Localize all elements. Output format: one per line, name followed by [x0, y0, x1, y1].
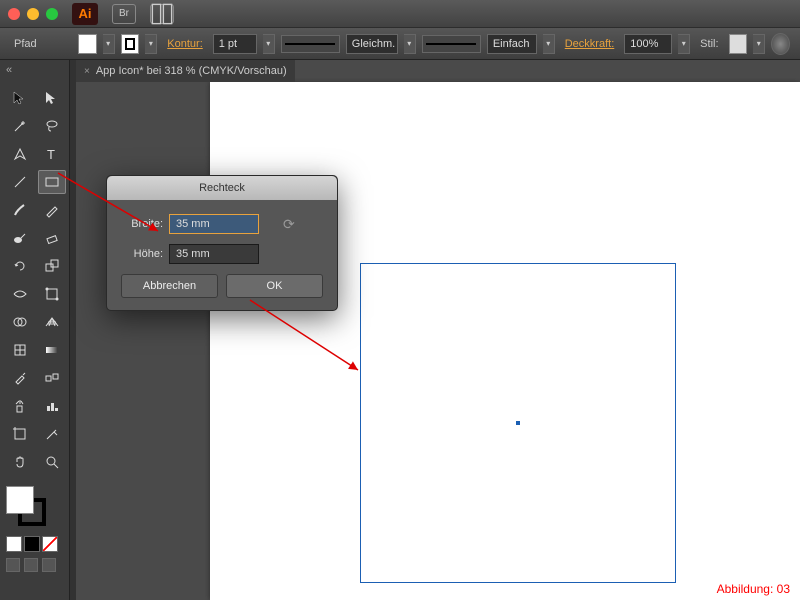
line-segment-tool[interactable] — [6, 170, 34, 194]
width-tool[interactable] — [6, 282, 34, 306]
width-input[interactable]: 35 mm — [169, 214, 259, 234]
width-label: Breite: — [121, 218, 163, 230]
zoom-window-button[interactable] — [46, 8, 58, 20]
tools-panel: « T — [0, 60, 70, 600]
mesh-tool[interactable] — [6, 338, 34, 362]
stroke-profile-dropdown[interactable]: ▾ — [543, 34, 555, 54]
artboard-tool[interactable] — [6, 422, 34, 446]
stroke-weight-dropdown[interactable]: ▾ — [263, 34, 275, 54]
draw-behind-icon[interactable] — [24, 558, 38, 572]
height-input[interactable]: 35 mm — [169, 244, 259, 264]
document-tab[interactable]: × App Icon* bei 318 % (CMYK/Vorschau) — [76, 60, 295, 82]
slice-tool[interactable] — [38, 422, 66, 446]
fill-swatch[interactable] — [78, 34, 97, 54]
style-dropdown[interactable]: ▾ — [753, 34, 765, 54]
close-tab-icon[interactable]: × — [84, 66, 90, 77]
rectangle-tool[interactable] — [38, 170, 66, 194]
drawn-rectangle[interactable] — [360, 263, 676, 583]
canvas-area — [76, 82, 800, 600]
lasso-tool[interactable] — [38, 114, 66, 138]
color-mode-row — [0, 536, 69, 552]
selection-tool[interactable] — [6, 86, 34, 110]
stroke-align-dropdown[interactable]: ▾ — [404, 34, 416, 54]
options-bar: Pfad ▾ ▾ Kontur: 1 pt ▾ Gleichm. ▾ Einfa… — [0, 28, 800, 60]
scale-tool[interactable] — [38, 254, 66, 278]
magic-wand-tool[interactable] — [6, 114, 34, 138]
height-label: Höhe: — [121, 248, 163, 260]
app-logo: Ai — [72, 3, 98, 25]
type-tool[interactable]: T — [38, 142, 66, 166]
bridge-icon[interactable]: Br — [112, 4, 136, 24]
stroke-profile-field[interactable]: Einfach — [487, 34, 537, 54]
minimize-window-button[interactable] — [27, 8, 39, 20]
stroke-dash-preview[interactable] — [281, 35, 340, 53]
paintbrush-tool[interactable] — [6, 198, 34, 222]
stroke-weight-label[interactable]: Kontur: — [163, 38, 206, 50]
fill-color-icon[interactable] — [6, 486, 34, 514]
document-setup-icon[interactable] — [771, 33, 790, 55]
close-window-button[interactable] — [8, 8, 20, 20]
opacity-dropdown[interactable]: ▾ — [678, 34, 690, 54]
screen-mode-row — [0, 552, 69, 578]
symbol-sprayer-tool[interactable] — [6, 394, 34, 418]
blob-brush-tool[interactable] — [6, 226, 34, 250]
gradient-tool[interactable] — [38, 338, 66, 362]
zoom-tool[interactable] — [38, 450, 66, 474]
window-controls — [8, 8, 58, 20]
draw-inside-icon[interactable] — [42, 558, 56, 572]
shape-builder-tool[interactable] — [6, 310, 34, 334]
selection-center-point-icon — [516, 421, 520, 425]
document-tab-label: App Icon* bei 318 % (CMYK/Vorschau) — [96, 65, 287, 77]
rectangle-dialog: Rechteck Breite: 35 mm ⟳ Höhe: 35 mm Abb… — [106, 175, 338, 311]
stroke-weight-field[interactable]: 1 pt — [213, 34, 257, 54]
constrain-proportions-icon[interactable]: ⟳ — [283, 216, 295, 233]
fill-swatch-dropdown[interactable]: ▾ — [103, 34, 115, 54]
selection-type-label: Pfad — [10, 38, 41, 50]
direct-selection-tool[interactable] — [38, 86, 66, 110]
draw-normal-icon[interactable] — [6, 558, 20, 572]
eyedropper-tool[interactable] — [6, 366, 34, 390]
color-mode-solid[interactable] — [6, 536, 22, 552]
dialog-title: Rechteck — [107, 176, 337, 200]
opacity-label[interactable]: Deckkraft: — [561, 38, 619, 50]
collapse-panel-icon[interactable]: « — [6, 64, 12, 76]
rotate-tool[interactable] — [6, 254, 34, 278]
stroke-swatch[interactable] — [121, 34, 140, 54]
color-mode-none[interactable] — [42, 536, 58, 552]
figure-caption: Abbildung: 03 — [717, 582, 790, 596]
ok-button[interactable]: OK — [226, 274, 323, 298]
stroke-swatch-dropdown[interactable]: ▾ — [145, 34, 157, 54]
style-swatch[interactable] — [729, 34, 748, 54]
style-label: Stil: — [696, 38, 722, 50]
stroke-profile-preview[interactable] — [422, 35, 481, 53]
hand-tool[interactable] — [6, 450, 34, 474]
free-transform-tool[interactable] — [38, 282, 66, 306]
pen-tool[interactable] — [6, 142, 34, 166]
svg-text:T: T — [47, 147, 55, 162]
fill-stroke-indicator[interactable] — [6, 486, 46, 526]
eraser-tool[interactable] — [38, 226, 66, 250]
opacity-field[interactable]: 100% — [624, 34, 672, 54]
stroke-align-field[interactable]: Gleichm. — [346, 34, 398, 54]
column-graph-tool[interactable] — [38, 394, 66, 418]
cancel-button[interactable]: Abbrechen — [121, 274, 218, 298]
pencil-tool[interactable] — [38, 198, 66, 222]
perspective-grid-tool[interactable] — [38, 310, 66, 334]
blend-tool[interactable] — [38, 366, 66, 390]
window-titlebar: Ai Br — [0, 0, 800, 28]
arrange-documents-icon[interactable] — [150, 4, 174, 24]
color-mode-gradient[interactable] — [24, 536, 40, 552]
